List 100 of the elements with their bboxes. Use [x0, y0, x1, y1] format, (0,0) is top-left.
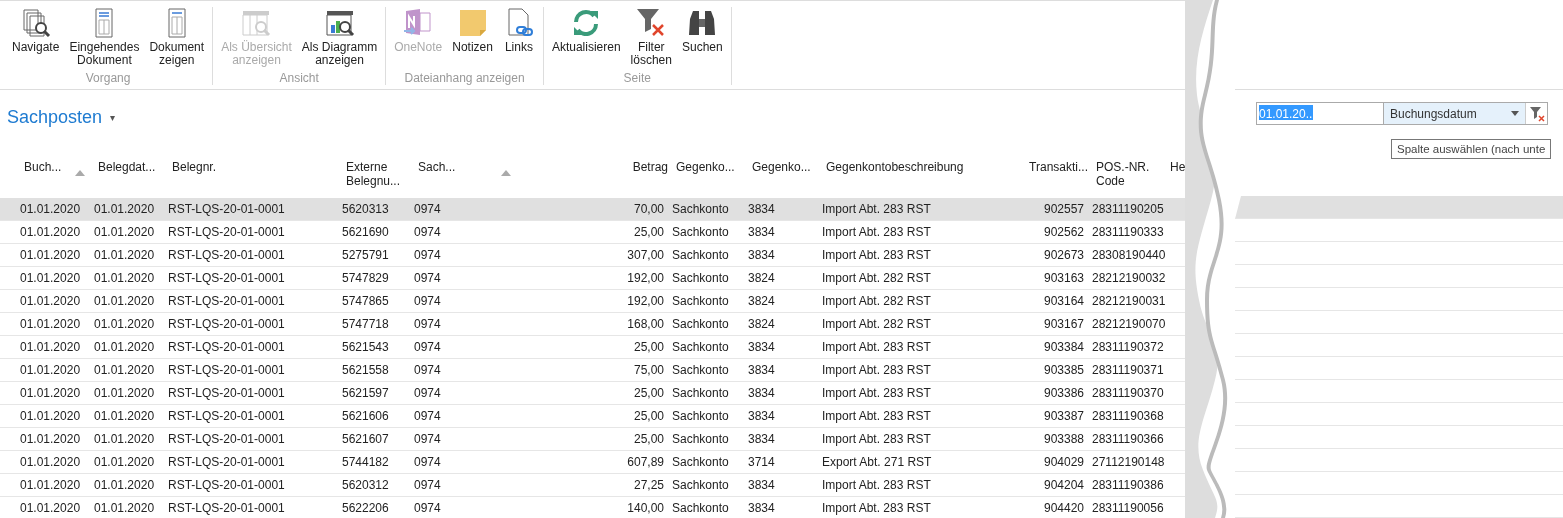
table-cell-text: 903167: [1042, 317, 1085, 331]
table-cell-text: Sachkonto: [671, 501, 730, 515]
column-header[interactable]: Belegnr.: [172, 160, 217, 174]
table-cell-text: 01.01.2020: [19, 202, 82, 216]
ribbon-button[interactable]: Suchen: [678, 7, 727, 71]
table-cell-text: 607,89: [626, 455, 665, 469]
ribbon-button[interactable]: Dokument zeigen: [145, 7, 209, 71]
column-header[interactable]: Transakti...: [1029, 160, 1088, 174]
table-cell-text: 01.01.2020: [19, 294, 82, 308]
group-label: Dateianhang anzeigen: [404, 71, 525, 85]
table-cell-text: 01.01.2020: [93, 317, 156, 331]
table-cell-text: 01.01.2020: [93, 225, 156, 239]
table-cell-text: 5275791: [341, 248, 390, 262]
column-header[interactable]: Gegenkontobeschreibung: [826, 160, 964, 174]
column-header[interactable]: Gegenko...: [676, 160, 735, 174]
table-cell-text: 5621690: [341, 225, 390, 239]
group-label: Vorgang: [85, 71, 131, 85]
table-cell-text: 0974: [413, 340, 442, 354]
table-cell-text: 01.01.2020: [93, 202, 156, 216]
table-cell-text: 01.01.2020: [19, 432, 82, 446]
table-cell-text: 25,00: [632, 386, 665, 400]
table-cell-text: 28311190370: [1091, 386, 1162, 400]
clear-filter-button[interactable]: [1525, 103, 1547, 124]
column-header[interactable]: He: [1170, 160, 1185, 174]
table-row[interactable]: 01.01.2020 01.01.2020 RST-LQS-20-01-0001 5275791 0974 307,00 Sachkonto 3834 Import Abt. 283 RST 902673 28308190440: [0, 244, 1185, 267]
table-cell-text: 01.01.2020: [93, 363, 156, 377]
column-header[interactable]: Sach...: [418, 160, 456, 174]
table-row[interactable]: 01.01.2020 01.01.2020 RST-LQS-20-01-0001 5621606 0974 25,00 Sachkonto 3834 Import Abt. 283 RST 903387 28311190368: [0, 405, 1185, 428]
column-header[interactable]: Belegdat...: [98, 160, 156, 174]
table-cell-text: 3834: [747, 478, 776, 492]
table-cell-text: 01.01.2020: [19, 363, 82, 377]
table-cell-text: 01.01.2020: [19, 271, 82, 285]
table-cell-text: Sachkonto: [671, 340, 730, 354]
table-row[interactable]: 01.01.2020 01.01.2020 RST-LQS-20-01-0001 5747865 0974 192,00 Sachkonto 3824 Import Abt. 282 RST 903164 28212190031: [0, 290, 1185, 313]
table-cell-text: Import Abt. 283 RST: [821, 340, 932, 354]
table-row[interactable]: 01.01.2020 01.01.2020 RST-LQS-20-01-0001 5621543 0974 25,00 Sachkonto 3834 Import Abt. 283 RST 903384 28311190372: [0, 336, 1185, 359]
table-cell-text: Import Abt. 283 RST: [821, 202, 932, 216]
ribbon-button[interactable]: Links: [498, 7, 539, 71]
table-cell-text: Sachkonto: [671, 386, 730, 400]
table-cell-text: Sachkonto: [671, 432, 730, 446]
table-cell-text: 0974: [413, 248, 442, 262]
table-cell-text: Sachkonto: [671, 225, 730, 239]
table-cell-text: 0974: [413, 478, 442, 492]
table-row[interactable]: 01.01.2020 01.01.2020 RST-LQS-20-01-0001 5747718 0974 168,00 Sachkonto 3824 Import Abt. 282 RST 903167 28212190070: [0, 313, 1185, 336]
table-cell-text: 5622206: [341, 501, 390, 515]
table-cell-text: RST-LQS-20-01-0001: [167, 363, 286, 377]
column-header[interactable]: POS.-NR. Code: [1096, 160, 1150, 188]
table-row[interactable]: 01.01.2020 01.01.2020 RST-LQS-20-01-0001 5744182 0974 607,89 Sachkonto 3714 Export Abt. 271 RST 904029 27112190148: [0, 451, 1185, 474]
column-dropdown[interactable]: Buchungsdatum: [1383, 103, 1525, 124]
table-cell-text: 902673: [1042, 248, 1085, 262]
ribbon-button[interactable]: Aktualisieren: [547, 7, 625, 71]
table-cell-text: 01.01.2020: [93, 271, 156, 285]
ribbon-button[interactable]: Notizen: [448, 7, 497, 71]
table-row[interactable]: 01.01.2020 01.01.2020 RST-LQS-20-01-0001 5621607 0974 25,00 Sachkonto 3834 Import Abt. 283 RST 903388 28311190366: [0, 428, 1185, 451]
table-cell-text: 5747865: [341, 294, 390, 308]
column-header[interactable]: Buch...: [24, 160, 62, 174]
table-cell-text: 28311190386: [1091, 478, 1162, 492]
table-cell-text: Sachkonto: [671, 455, 730, 469]
table-row[interactable]: 01.01.2020 01.01.2020 RST-LQS-20-01-0001 5621597 0974 25,00 Sachkonto 3834 Import Abt. 283 RST 903386 28311190370: [0, 382, 1185, 405]
table-row[interactable]: 01.01.2020 01.01.2020 RST-LQS-20-01-0001 5747829 0974 192,00 Sachkonto 3824 Import Abt. 282 RST 903163 28212190032: [0, 267, 1185, 290]
table-cell-text: 01.01.2020: [93, 478, 156, 492]
table-cell-text: 01.01.2020: [19, 501, 82, 515]
ribbon-button[interactable]: Filter löschen: [626, 7, 676, 71]
column-header[interactable]: Externe Belegnu...: [346, 160, 401, 188]
table-cell-text: 902557: [1042, 202, 1085, 216]
ribbon-button[interactable]: Als Diagramm anzeigen: [297, 7, 382, 71]
table-cell-text: 902562: [1042, 225, 1085, 239]
table-cell-text: 3834: [747, 202, 776, 216]
table-cell-text: 01.01.2020: [19, 409, 82, 423]
table-cell-text: Import Abt. 283 RST: [821, 432, 932, 446]
table-cell-text: Import Abt. 283 RST: [821, 363, 932, 377]
table-cell-text: Sachkonto: [671, 271, 730, 285]
table-cell-text: 5620313: [341, 202, 390, 216]
table-cell-text: 3834: [747, 409, 776, 423]
table-cell-text: 27112190148: [1091, 455, 1162, 469]
column-header[interactable]: Betrag: [632, 160, 668, 174]
table-cell-text: 01.01.2020: [93, 409, 156, 423]
table-row[interactable]: 01.01.2020 01.01.2020 RST-LQS-20-01-0001 5620313 0974 70,00 Sachkonto 3834 Import Abt. 283 RST 902557 28311190205: [0, 198, 1185, 221]
table-row[interactable]: 01.01.2020 01.01.2020 RST-LQS-20-01-0001 5621690 0974 25,00 Sachkonto 3834 Import Abt. 283 RST 902562 28311190333: [0, 221, 1185, 244]
table-cell-text: 0974: [413, 225, 442, 239]
table-cell-text: RST-LQS-20-01-0001: [167, 501, 286, 515]
table-cell-text: Import Abt. 283 RST: [821, 225, 932, 239]
table-cell-text: 307,00: [626, 248, 665, 262]
column-header[interactable]: Gegenko...: [752, 160, 811, 174]
table-cell-text: Import Abt. 282 RST: [821, 317, 932, 331]
table-row[interactable]: 01.01.2020 01.01.2020 RST-LQS-20-01-0001 5621558 0974 75,00 Sachkonto 3834 Import Abt. 283 RST 903385 28311190371: [0, 359, 1185, 382]
table-cell-text: 25,00: [632, 409, 665, 423]
table-cell-text: RST-LQS-20-01-0001: [167, 248, 286, 262]
table-cell-text: 01.01.2020: [19, 248, 82, 262]
filter-field[interactable]: 01.01.20.. Buchungsdatum: [1256, 102, 1548, 125]
table-cell-text: 5744182: [341, 455, 390, 469]
table-cell-text: 3824: [747, 271, 776, 285]
table-cell-text: Export Abt. 271 RST: [821, 455, 933, 469]
caret-icon[interactable]: ▾: [110, 111, 116, 123]
table-cell-text: 01.01.2020: [19, 478, 82, 492]
table-cell-text: 01.01.2020: [93, 455, 156, 469]
ribbon-button[interactable]: Eingehendes Dokument: [65, 7, 144, 71]
table-cell-text: 903385: [1042, 363, 1085, 377]
ribbon-button[interactable]: Navigate: [8, 7, 64, 71]
table-row[interactable]: 01.01.2020 01.01.2020 RST-LQS-20-01-0001 5620312 0974 27,25 Sachkonto 3834 Import Abt. 283 RST 904204 28311190386: [0, 474, 1185, 497]
